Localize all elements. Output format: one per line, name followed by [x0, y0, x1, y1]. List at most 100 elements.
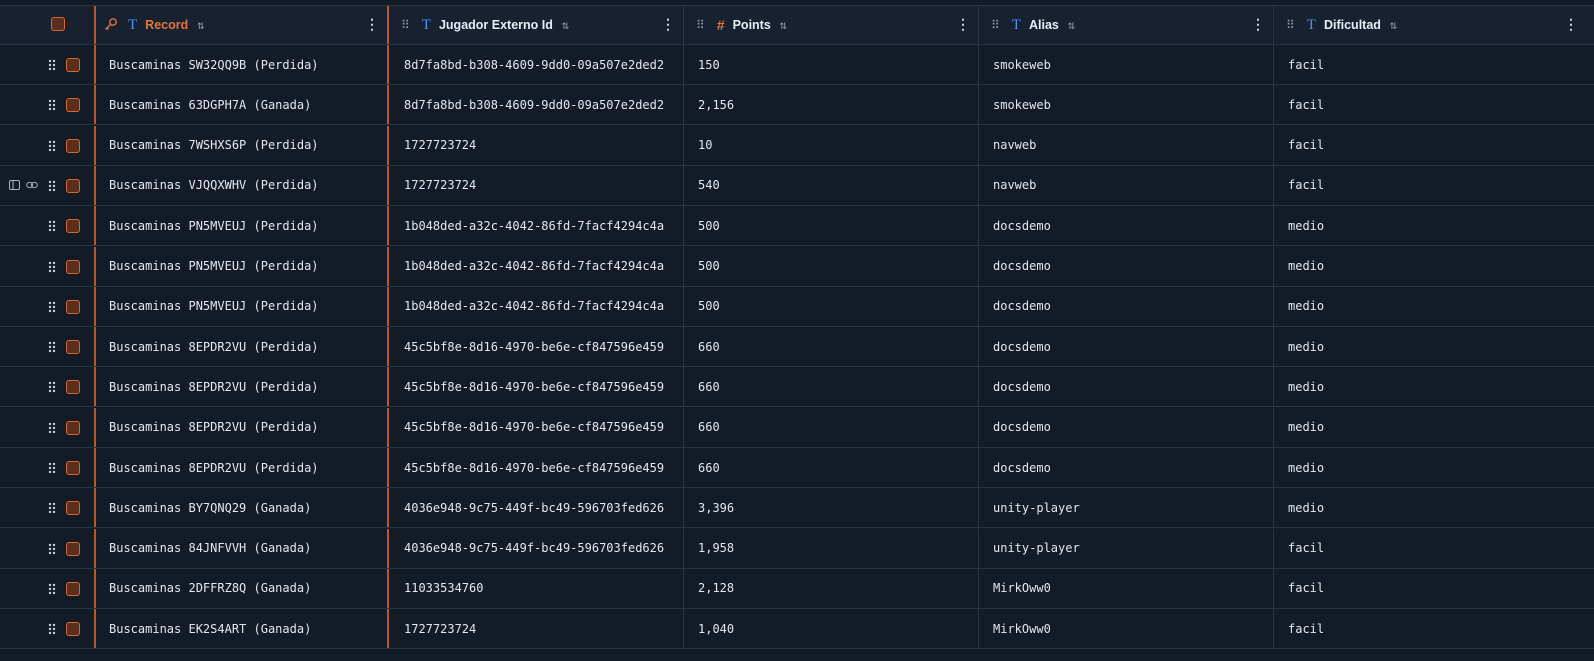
- table-row[interactable]: Buscaminas BY7QNQ29 (Ganada) 4036e948-9c7…: [0, 488, 1594, 529]
- cell-dificultad[interactable]: facil: [1273, 528, 1594, 568]
- cell-dificultad[interactable]: facil: [1273, 165, 1594, 205]
- drag-handle-icon[interactable]: [48, 99, 56, 111]
- cell-points[interactable]: 500: [683, 286, 978, 326]
- cell-record[interactable]: Buscaminas PN5MVEUJ (Perdida): [94, 206, 387, 246]
- cell-alias[interactable]: docsdemo: [978, 286, 1273, 326]
- cell-jugador-externo-id[interactable]: 11033534760: [387, 568, 683, 608]
- cell-points[interactable]: 1,040: [683, 609, 978, 649]
- link-icon[interactable]: [26, 179, 38, 193]
- cell-jugador-externo-id[interactable]: 4036e948-9c75-449f-bc49-596703fed626: [387, 488, 683, 528]
- sort-icon[interactable]: ⇅: [1068, 18, 1075, 32]
- row-checkbox[interactable]: [66, 461, 80, 475]
- cell-alias[interactable]: smokeweb: [978, 45, 1273, 84]
- cell-dificultad[interactable]: medio: [1273, 448, 1594, 487]
- cell-record[interactable]: Buscaminas 8EPDR2VU (Perdida): [94, 407, 387, 447]
- cell-points[interactable]: 660: [683, 367, 978, 407]
- cell-points[interactable]: 500: [683, 246, 978, 286]
- select-all-checkbox[interactable]: [51, 17, 65, 31]
- table-row[interactable]: Buscaminas PN5MVEUJ (Perdida) 1b048ded-a3…: [0, 246, 1594, 287]
- table-row[interactable]: Buscaminas 8EPDR2VU (Perdida) 45c5bf8e-8d…: [0, 407, 1594, 448]
- cell-points[interactable]: 540: [683, 165, 978, 205]
- cell-dificultad[interactable]: facil: [1273, 45, 1594, 84]
- column-menu-icon[interactable]: ⋮: [1251, 18, 1265, 32]
- cell-points[interactable]: 1,958: [683, 528, 978, 568]
- cell-record[interactable]: Buscaminas 8EPDR2VU (Perdida): [94, 448, 387, 487]
- cell-dificultad[interactable]: facil: [1273, 609, 1594, 649]
- cell-alias[interactable]: docsdemo: [978, 206, 1273, 246]
- column-menu-icon[interactable]: ⋮: [661, 18, 675, 32]
- row-checkbox[interactable]: [66, 178, 80, 193]
- cell-jugador-externo-id[interactable]: 8d7fa8bd-b308-4609-9dd0-09a507e2ded2: [387, 45, 683, 84]
- cell-record[interactable]: Buscaminas BY7QNQ29 (Ganada): [94, 488, 387, 528]
- cell-points[interactable]: 500: [683, 206, 978, 246]
- cell-record[interactable]: Buscaminas 8EPDR2VU (Perdida): [94, 367, 387, 407]
- cell-jugador-externo-id[interactable]: 1727723724: [387, 165, 683, 205]
- cell-alias[interactable]: docsdemo: [978, 327, 1273, 367]
- cell-record[interactable]: Buscaminas 7WSHXS6P (Perdida): [94, 125, 387, 165]
- cell-dificultad[interactable]: facil: [1273, 568, 1594, 608]
- cell-jugador-externo-id[interactable]: 1b048ded-a32c-4042-86fd-7facf4294c4a: [387, 246, 683, 286]
- cell-dificultad[interactable]: facil: [1273, 125, 1594, 165]
- cell-jugador-externo-id[interactable]: 1727723724: [387, 609, 683, 649]
- drag-handle-icon[interactable]: [48, 543, 56, 555]
- row-checkbox[interactable]: [66, 541, 80, 556]
- cell-alias[interactable]: MirkOww0: [978, 609, 1273, 649]
- table-row[interactable]: Buscaminas SW32QQ9B (Perdida) 8d7fa8bd-b3…: [0, 45, 1594, 85]
- cell-points[interactable]: 150: [683, 45, 978, 84]
- cell-points[interactable]: 2,156: [683, 85, 978, 125]
- cell-alias[interactable]: docsdemo: [978, 407, 1273, 447]
- row-checkbox[interactable]: [66, 581, 80, 596]
- column-header-points[interactable]: ⠿ # Points ⇅ ⋮: [683, 6, 978, 44]
- cell-alias[interactable]: docsdemo: [978, 367, 1273, 407]
- cell-jugador-externo-id[interactable]: 4036e948-9c75-449f-bc49-596703fed626: [387, 528, 683, 568]
- row-checkbox[interactable]: [66, 420, 80, 435]
- drag-handle-icon[interactable]: ⠿: [991, 18, 1000, 32]
- drag-handle-icon[interactable]: [48, 301, 56, 313]
- drag-handle-icon[interactable]: [48, 261, 56, 273]
- table-row[interactable]: Buscaminas 2DFFRZ8Q (Ganada) 11033534760 2…: [0, 568, 1594, 609]
- cell-record[interactable]: Buscaminas 2DFFRZ8Q (Ganada): [94, 568, 387, 608]
- cell-points[interactable]: 10: [683, 125, 978, 165]
- cell-points[interactable]: 3,396: [683, 488, 978, 528]
- cell-jugador-externo-id[interactable]: 8d7fa8bd-b308-4609-9dd0-09a507e2ded2: [387, 85, 683, 125]
- drag-handle-icon[interactable]: [48, 180, 56, 192]
- cell-dificultad[interactable]: medio: [1273, 206, 1594, 246]
- cell-alias[interactable]: navweb: [978, 165, 1273, 205]
- drag-handle-icon[interactable]: [48, 623, 56, 635]
- cell-jugador-externo-id[interactable]: 1b048ded-a32c-4042-86fd-7facf4294c4a: [387, 206, 683, 246]
- row-checkbox[interactable]: [66, 340, 80, 355]
- cell-alias[interactable]: MirkOww0: [978, 568, 1273, 608]
- cell-dificultad[interactable]: medio: [1273, 367, 1594, 407]
- cell-dificultad[interactable]: medio: [1273, 246, 1594, 286]
- cell-points[interactable]: 660: [683, 327, 978, 367]
- column-header-record[interactable]: T Record ⇅ ⋮: [94, 6, 387, 44]
- column-menu-icon[interactable]: ⋮: [365, 18, 379, 32]
- drag-handle-icon[interactable]: [48, 341, 56, 353]
- table-row[interactable]: Buscaminas 63DGPH7A (Ganada) 8d7fa8bd-b30…: [0, 85, 1594, 126]
- cell-jugador-externo-id[interactable]: 45c5bf8e-8d16-4970-be6e-cf847596e459: [387, 327, 683, 367]
- cell-record[interactable]: Buscaminas EK2S4ART (Ganada): [94, 609, 387, 649]
- drag-handle-icon[interactable]: [48, 583, 56, 595]
- row-checkbox[interactable]: [66, 58, 80, 72]
- table-row[interactable]: Buscaminas PN5MVEUJ (Perdida) 1b048ded-a3…: [0, 286, 1594, 327]
- drag-handle-icon[interactable]: ⠿: [1286, 18, 1295, 32]
- table-row[interactable]: Buscaminas 7WSHXS6P (Perdida) 1727723724 1…: [0, 125, 1594, 166]
- cell-points[interactable]: 2,128: [683, 568, 978, 608]
- cell-alias[interactable]: docsdemo: [978, 448, 1273, 487]
- column-menu-icon[interactable]: ⋮: [956, 18, 970, 32]
- column-header-jugador[interactable]: ⠿ T Jugador Externo Id ⇅ ⋮: [387, 6, 683, 44]
- table-row[interactable]: Buscaminas 8EPDR2VU (Perdida) 45c5bf8e-8d…: [0, 448, 1594, 488]
- table-row[interactable]: Buscaminas EK2S4ART (Ganada) 1727723724 1,…: [0, 609, 1594, 650]
- cell-points[interactable]: 660: [683, 407, 978, 447]
- drag-handle-icon[interactable]: [48, 422, 56, 434]
- table-row[interactable]: Buscaminas 8EPDR2VU (Perdida) 45c5bf8e-8d…: [0, 367, 1594, 408]
- cell-alias[interactable]: smokeweb: [978, 85, 1273, 125]
- cell-jugador-externo-id[interactable]: 1727723724: [387, 125, 683, 165]
- row-checkbox[interactable]: [66, 138, 80, 153]
- drag-handle-icon[interactable]: [48, 381, 56, 393]
- cell-record[interactable]: Buscaminas 63DGPH7A (Ganada): [94, 85, 387, 125]
- cell-dificultad[interactable]: medio: [1273, 407, 1594, 447]
- row-checkbox[interactable]: [66, 380, 80, 395]
- drag-handle-icon[interactable]: [48, 502, 56, 514]
- sort-icon[interactable]: ⇅: [780, 18, 787, 32]
